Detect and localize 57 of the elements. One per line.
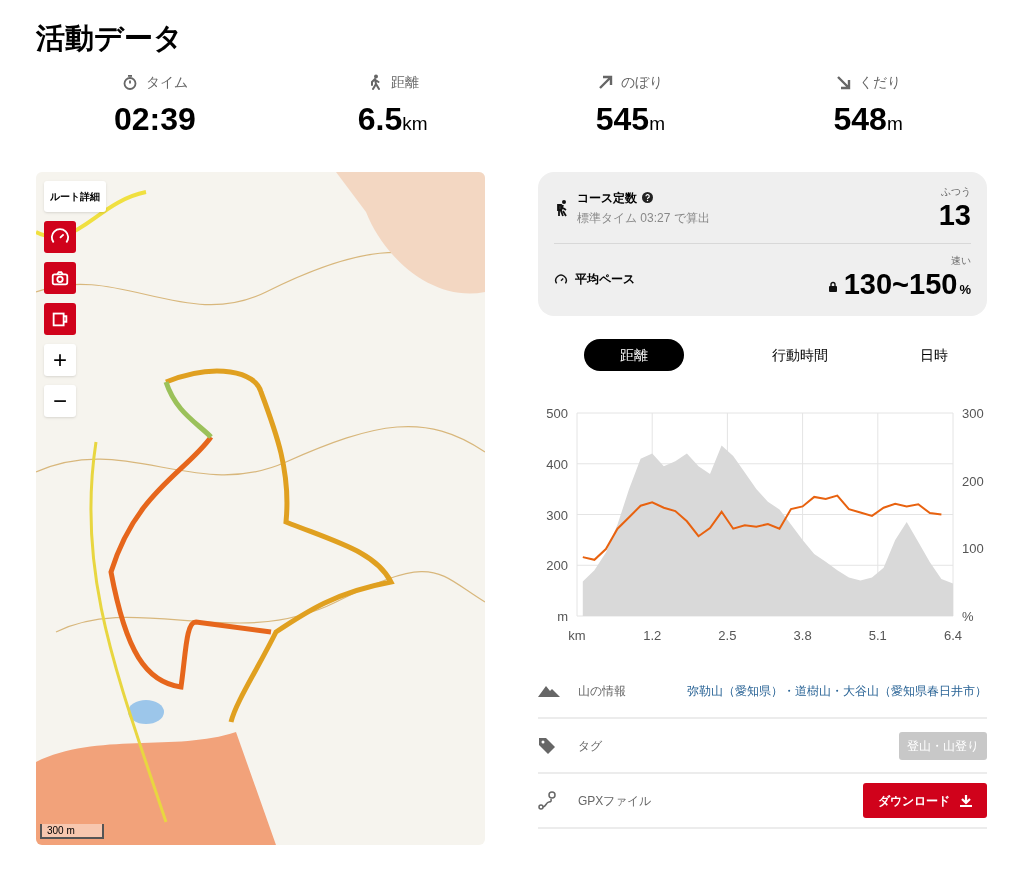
y-axis-label: 500 [546,406,568,421]
x-axis-label: 2.5 [718,628,737,643]
course-value: 13 [938,199,971,231]
mountain-link[interactable]: 弥勒山（愛知県）・道樹山・大谷山（愛知県春日井市） [687,681,987,700]
page-title: 活動データ [36,21,184,56]
x-axis-label: 5.1 [868,628,887,643]
zoom-in-button[interactable]: + [44,344,76,376]
y-axis-label: 100 [962,541,984,557]
stopwatch-icon [121,74,138,90]
info-label: GPXファイル [578,792,652,810]
y-axis-label: 200 [962,473,984,489]
route-pin-icon [538,790,556,811]
course-label: コース定数 [577,189,637,207]
map-tool-button[interactable] [44,262,76,294]
x-axis-label: 1.2 [643,628,662,643]
zoom-out-button[interactable]: − [44,385,76,417]
stat-label: のぼり [621,72,664,92]
course-rating: ふつう [941,185,971,199]
map-tool-button[interactable] [44,221,76,253]
stat-value: 6.5km [357,100,428,139]
map-tool-button[interactable] [44,303,76,335]
help-icon [642,192,653,203]
download-button[interactable]: ダウンロード [863,783,987,818]
info-label: 山の情報 [578,682,626,700]
stat-value: 02:39 [113,100,196,139]
tag-icon [538,736,556,755]
y-axis-label: 300 [962,406,984,421]
x-axis-label: km [568,628,586,643]
stat-value: 548m [833,100,903,139]
download-icon [960,794,972,807]
hiker-icon [554,198,570,217]
stat-value: 545m [595,100,665,139]
chart-tab[interactable]: 距離 [584,339,684,371]
x-axis-label: 6.4 [943,628,963,643]
chart-tab[interactable]: 行動時間 [768,339,832,371]
y-axis-label: % [962,609,974,624]
chart-tab[interactable]: 日時 [916,339,952,371]
route-detail-button[interactable]: ルート詳細 [44,181,106,212]
arrow-down-right-icon [835,74,852,90]
y-axis-label: 400 [546,456,568,472]
y-axis-label: 200 [546,558,568,574]
pace-rating: 速い [951,253,971,268]
stat-label: 距離 [390,72,419,92]
y-axis-label: m [557,609,568,624]
x-axis-label: 3.8 [793,628,812,643]
stat-label: くだり [859,72,902,92]
y-axis-label: 300 [546,507,568,523]
scale-bar: 300 m [40,824,104,839]
camera-icon [50,268,70,288]
pace-value: 130~150% [843,267,971,302]
info-label: タグ [578,737,602,755]
gauge-icon [554,272,568,286]
stat-label: タイム [145,72,188,92]
standard-time-note: 標準タイム 03:27 で算出 [577,209,710,227]
lock-icon [827,280,838,293]
pace-label: 平均ペース [575,271,635,288]
arrow-up-right-icon [597,74,614,90]
